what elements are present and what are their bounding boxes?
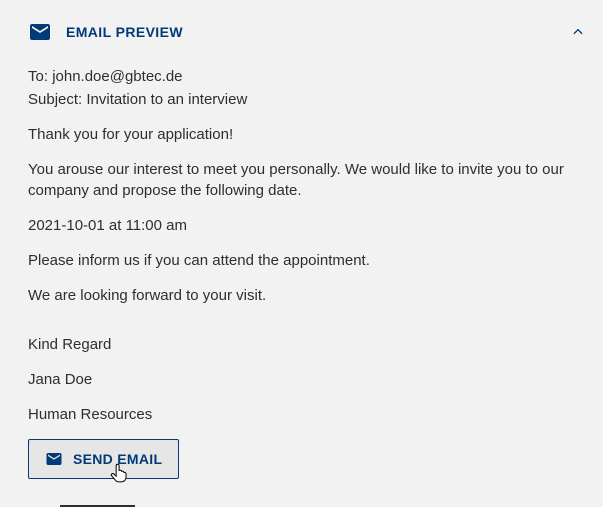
meta-subject-label: Subject: <box>28 91 82 108</box>
send-email-label: SEND EMAIL <box>73 451 162 467</box>
body-forward: We are looking forward to your visit. <box>28 285 589 306</box>
body-datetime: 2021-10-01 at 11:00 am <box>28 215 589 236</box>
chevron-up-icon[interactable] <box>571 25 585 39</box>
body-signoff: Kind Regard <box>28 334 589 355</box>
meta-subject-value: Invitation to an interview <box>86 91 247 108</box>
email-body: To: john.doe@gbtec.de Subject: Invitatio… <box>0 62 603 425</box>
meta-subject-line: Subject: Invitation to an interview <box>28 89 589 110</box>
body-greeting: Thank you for your application! <box>28 124 589 145</box>
body-confirm: Please inform us if you can attend the a… <box>28 250 589 271</box>
send-email-button[interactable]: SEND EMAIL <box>28 439 179 479</box>
body-invite: You arouse our interest to meet you pers… <box>28 159 589 201</box>
email-meta: To: john.doe@gbtec.de Subject: Invitatio… <box>28 66 589 110</box>
mail-icon <box>28 20 52 44</box>
panel-title: EMAIL PREVIEW <box>66 24 183 40</box>
panel-header-left: EMAIL PREVIEW <box>28 20 183 44</box>
email-preview-panel: EMAIL PREVIEW To: john.doe@gbtec.de Subj… <box>0 0 603 479</box>
meta-to-value: john.doe@gbtec.de <box>52 68 182 85</box>
actions-row: SEND EMAIL <box>0 425 603 479</box>
meta-to-line: To: john.doe@gbtec.de <box>28 66 589 87</box>
meta-to-label: To: <box>28 68 48 85</box>
panel-header[interactable]: EMAIL PREVIEW <box>0 0 603 62</box>
body-signer-role: Human Resources <box>28 404 589 425</box>
mail-icon <box>45 450 63 468</box>
body-signer-name: Jana Doe <box>28 369 589 390</box>
